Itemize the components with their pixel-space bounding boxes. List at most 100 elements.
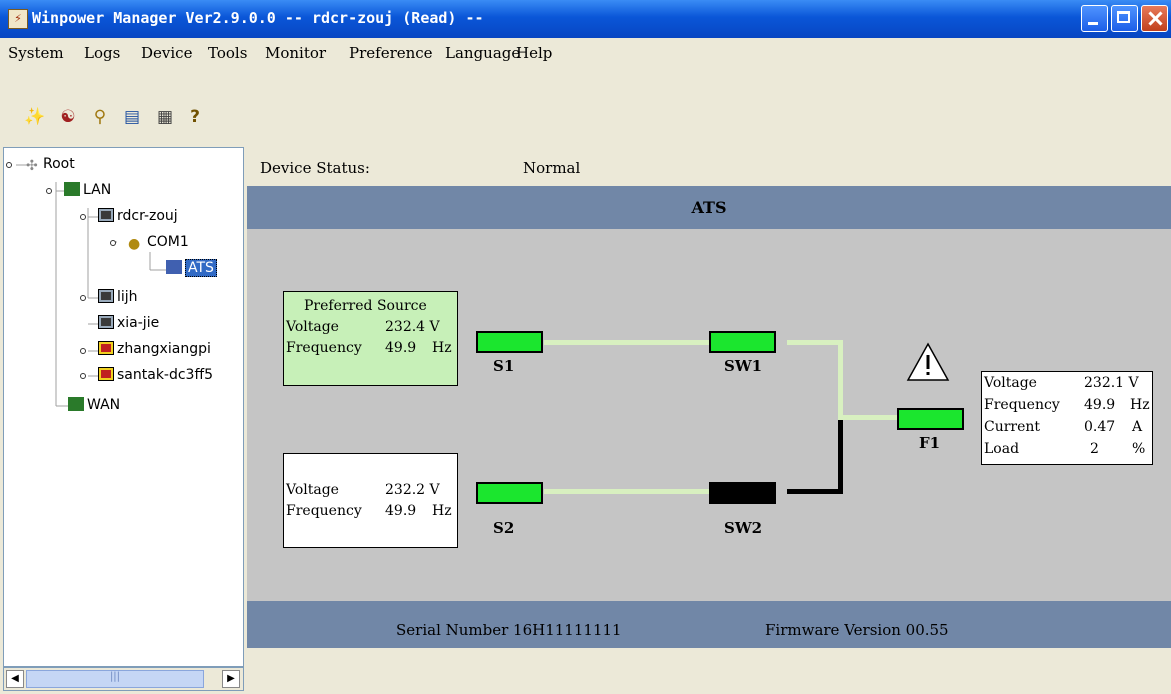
expand-toggle-com1[interactable] bbox=[110, 240, 116, 246]
computer-icon bbox=[98, 208, 114, 222]
output-voltage-value: 232.1 V bbox=[1084, 375, 1139, 391]
menu-system[interactable]: System bbox=[8, 44, 64, 62]
hammer-icon[interactable]: ✨ bbox=[24, 106, 46, 128]
wire-s2-sw2 bbox=[544, 489, 710, 494]
output-load-value: 2 bbox=[1090, 441, 1099, 457]
computer-warning-icon bbox=[98, 341, 114, 355]
tree-node-root[interactable]: ✣ Root bbox=[26, 154, 75, 174]
s2-label: S2 bbox=[493, 519, 515, 537]
wire-sw2-out bbox=[787, 489, 843, 494]
computer-icon bbox=[98, 315, 114, 329]
wire-sw1-drop bbox=[838, 340, 843, 420]
source1-voltage-label: Voltage bbox=[286, 319, 339, 335]
output-frequency-value: 49.9 bbox=[1084, 397, 1116, 413]
scroll-thumb[interactable]: ||| bbox=[26, 670, 204, 688]
source2-frequency-label: Frequency bbox=[286, 503, 362, 519]
window-title: Winpower Manager Ver2.9.0.0 -- rdcr-zouj… bbox=[32, 9, 484, 27]
calculator-icon[interactable]: ▦ bbox=[154, 106, 176, 128]
preferred-source-box: Preferred Source Voltage 232.4 V Frequen… bbox=[283, 291, 458, 386]
menu-tools[interactable]: Tools bbox=[208, 44, 247, 62]
menu-help[interactable]: Help bbox=[516, 44, 552, 62]
network-icon bbox=[68, 397, 84, 411]
tree-node-santak-dc3ff5[interactable]: santak-dc3ff5 bbox=[98, 365, 213, 385]
output-voltage-label: Voltage bbox=[984, 375, 1037, 391]
expand-toggle-lijh[interactable] bbox=[80, 295, 86, 301]
tree-node-com1[interactable]: ● COM1 bbox=[128, 232, 189, 252]
expand-toggle-santak[interactable] bbox=[80, 373, 86, 379]
lock-icon[interactable]: ⚲ bbox=[89, 106, 111, 128]
device-status-label: Device Status: bbox=[260, 159, 370, 177]
warning-icon bbox=[906, 342, 950, 381]
device-status-value: Normal bbox=[523, 159, 581, 177]
panel-footer: Serial Number 16H11111111 Firmware Versi… bbox=[247, 601, 1171, 648]
s1-switch bbox=[476, 331, 543, 353]
app-icon[interactable]: ⚡ bbox=[8, 9, 28, 29]
device-tree[interactable]: ✣ Root LAN rdcr-zouj ● COM1 ATS lijh xia-j… bbox=[3, 147, 244, 667]
output-current-label: Current bbox=[984, 419, 1041, 435]
wire-to-f1 bbox=[838, 415, 898, 420]
source1-frequency-label: Frequency bbox=[286, 340, 362, 356]
s1-label: S1 bbox=[493, 357, 515, 375]
close-button[interactable] bbox=[1141, 5, 1168, 32]
help-icon[interactable]: ? bbox=[184, 106, 206, 128]
preferred-source-label: Preferred Source bbox=[304, 298, 427, 314]
network-settings-icon[interactable]: ☯ bbox=[57, 106, 79, 128]
source2-voltage-label: Voltage bbox=[286, 482, 339, 498]
horizontal-scrollbar[interactable]: ◀ ||| ▶ bbox=[3, 667, 244, 691]
source2-voltage-value: 232.2 V bbox=[385, 482, 440, 498]
output-current-value: 0.47 bbox=[1084, 419, 1116, 435]
output-box: Voltage 232.1 V Frequency 49.9 Hz Curren… bbox=[981, 371, 1153, 465]
tree-node-lijh[interactable]: lijh bbox=[98, 287, 138, 307]
network-icon bbox=[64, 182, 80, 196]
source1-frequency-unit: Hz bbox=[432, 340, 452, 356]
output-frequency-label: Frequency bbox=[984, 397, 1060, 413]
expand-toggle-rdcr-zouj[interactable] bbox=[80, 214, 86, 220]
f1-label: F1 bbox=[919, 434, 941, 452]
tree-node-ats[interactable]: ATS bbox=[166, 258, 217, 278]
toolbar: ✨ ☯ ⚲ ▤ ▦ ? bbox=[0, 66, 1171, 146]
expand-toggle-zhangxiangpi[interactable] bbox=[80, 348, 86, 354]
tree-node-xia-jie[interactable]: xia-jie bbox=[98, 313, 159, 333]
sw1-label: SW1 bbox=[724, 357, 763, 375]
scroll-right-button[interactable]: ▶ bbox=[222, 670, 240, 688]
sw2-label: SW2 bbox=[724, 519, 763, 537]
output-frequency-unit: Hz bbox=[1130, 397, 1150, 413]
tree-node-zhangxiangpi[interactable]: zhangxiangpi bbox=[98, 339, 211, 359]
ats-diagram: Preferred Source Voltage 232.4 V Frequen… bbox=[247, 229, 1171, 601]
panel-header: ATS bbox=[247, 186, 1171, 229]
output-load-label: Load bbox=[984, 441, 1020, 457]
tree-node-wan[interactable]: WAN bbox=[68, 395, 120, 415]
wire-sw1-out bbox=[787, 340, 843, 345]
maximize-button[interactable] bbox=[1111, 5, 1138, 32]
tree-node-rdcr-zouj[interactable]: rdcr-zouj bbox=[98, 206, 178, 226]
sw1-switch bbox=[709, 331, 776, 353]
ats-device-icon bbox=[166, 260, 182, 274]
output-current-unit: A bbox=[1132, 419, 1143, 435]
expand-toggle-lan[interactable] bbox=[46, 188, 52, 194]
menu-bar: System Logs Device Tools Monitor Prefere… bbox=[0, 38, 1171, 66]
s2-switch bbox=[476, 482, 543, 504]
source1-voltage-value: 232.4 V bbox=[385, 319, 440, 335]
wire-sw2-rise bbox=[838, 420, 843, 494]
scroll-left-button[interactable]: ◀ bbox=[6, 670, 24, 688]
menu-monitor[interactable]: Monitor bbox=[265, 44, 326, 62]
minimize-button[interactable] bbox=[1081, 5, 1108, 32]
wire-s1-sw1 bbox=[544, 340, 710, 345]
window-list-icon[interactable]: ▤ bbox=[121, 106, 143, 128]
output-load-unit: % bbox=[1132, 441, 1146, 457]
menu-preference[interactable]: Preference bbox=[349, 44, 433, 62]
tree-node-lan[interactable]: LAN bbox=[64, 180, 111, 200]
source2-box: Voltage 232.2 V Frequency 49.9 Hz bbox=[283, 453, 458, 548]
source2-frequency-value: 49.9 bbox=[385, 503, 417, 519]
expand-toggle-root[interactable] bbox=[6, 162, 12, 168]
menu-language[interactable]: Language bbox=[445, 44, 520, 62]
menu-logs[interactable]: Logs bbox=[84, 44, 120, 62]
source1-frequency-value: 49.9 bbox=[385, 340, 417, 356]
firmware-version: Firmware Version 00.55 bbox=[765, 621, 949, 639]
root-icon: ✣ bbox=[26, 158, 38, 174]
computer-icon bbox=[98, 289, 114, 303]
menu-device[interactable]: Device bbox=[141, 44, 192, 62]
f1-breaker bbox=[897, 408, 964, 430]
panel-title: ATS bbox=[691, 198, 727, 217]
com-port-icon: ● bbox=[128, 236, 141, 252]
